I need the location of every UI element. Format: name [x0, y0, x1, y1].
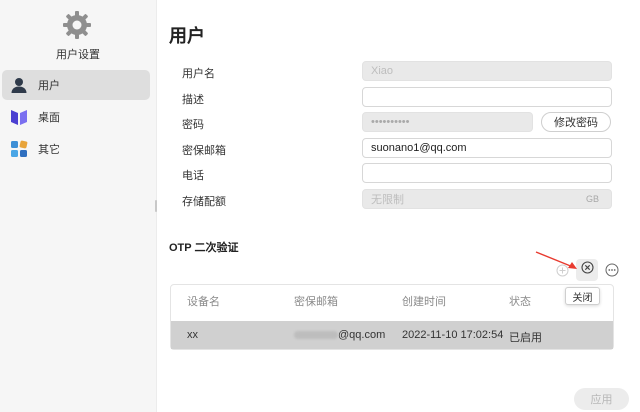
desktop-icon [10, 108, 28, 126]
annotation-arrow-icon [535, 251, 577, 269]
otp-table: 设备名 密保邮箱 创建时间 状态 xx @qq.com 2022-11-10 1… [170, 284, 614, 350]
username-value: Xiao [371, 65, 394, 77]
page-title: 用户 [169, 26, 205, 46]
column-header[interactable]: 设备名 [187, 293, 220, 309]
user-icon [10, 76, 28, 94]
sidebar: 用户设置 用户 桌面 其它 [0, 0, 157, 412]
app-title: 用户设置 [56, 49, 100, 61]
sidebar-item-desktop[interactable]: 桌面 [2, 102, 150, 132]
email-field[interactable]: suonano1@qq.com [362, 138, 612, 158]
phone-field[interactable] [362, 163, 612, 183]
column-header[interactable]: 创建时间 [402, 293, 446, 309]
sidebar-item-user[interactable]: 用户 [2, 70, 150, 100]
password-field: •••••••••• [362, 112, 533, 132]
email-value: suonano1@qq.com [371, 142, 467, 154]
sidebar-item-label: 桌面 [38, 112, 60, 124]
otp-section-title: OTP 二次验证 [169, 242, 239, 254]
table-row[interactable]: xx @qq.com 2022-11-10 17:02:54 已启用 [171, 321, 613, 349]
column-header[interactable]: 密保邮箱 [294, 293, 338, 309]
device-cell: xx [187, 329, 198, 341]
quota-label: 存储配额 [182, 196, 226, 208]
username-field: Xiao [362, 61, 612, 81]
status-cell: 已启用 [509, 332, 542, 344]
sidebar-item-other[interactable]: 其它 [2, 134, 150, 164]
sidebar-item-label: 用户 [38, 80, 60, 92]
quota-unit: GB [585, 194, 599, 204]
description-field[interactable] [362, 87, 612, 107]
email-label: 密保邮箱 [182, 145, 226, 157]
sidebar-item-label: 其它 [38, 144, 60, 156]
password-value: •••••••••• [371, 116, 410, 128]
apply-button[interactable]: 应用 [574, 388, 629, 410]
more-icon[interactable] [605, 263, 619, 277]
column-header[interactable]: 状态 [509, 293, 531, 309]
phone-label: 电话 [182, 170, 204, 182]
apps-icon [10, 140, 28, 158]
email-cell: @qq.com [294, 329, 385, 341]
password-label: 密码 [182, 119, 204, 131]
description-label: 描述 [182, 94, 204, 106]
quota-field: 无限制 GB [362, 189, 612, 209]
quota-value: 无限制 [371, 194, 404, 206]
redacted-mark [294, 331, 338, 340]
username-label: 用户名 [182, 68, 215, 80]
gear-icon [60, 8, 94, 42]
change-password-button[interactable]: 修改密码 [541, 112, 611, 132]
main-panel: 用户 用户名 Xiao 描述 密码 •••••••••• 修改密码 密保邮箱 s… [157, 0, 640, 412]
created-cell: 2022-11-10 17:02:54 [402, 329, 504, 341]
